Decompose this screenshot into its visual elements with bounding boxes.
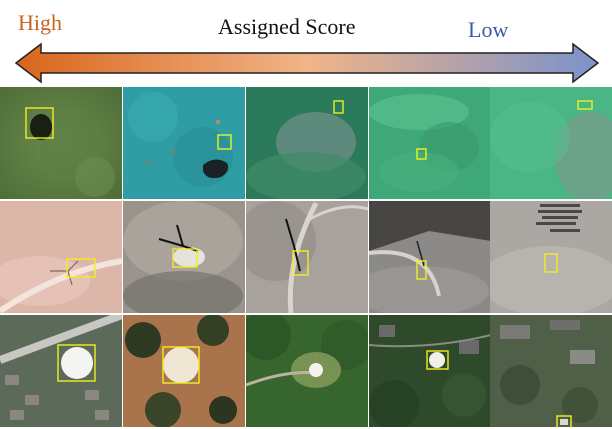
chart-title: Assigned Score	[218, 14, 356, 39]
underwater-image-2	[123, 87, 245, 199]
underwater-image-5	[490, 87, 612, 199]
low-label: Low	[468, 17, 509, 42]
wind-turbine-image-1	[0, 201, 122, 313]
storage-tank-image-4	[369, 315, 491, 427]
storage-tank-image-5	[490, 315, 612, 427]
storage-tank-image-1	[0, 315, 122, 427]
wind-turbine-image-3	[246, 201, 368, 313]
wind-turbine-image-5	[490, 201, 612, 313]
score-arrow-shape	[14, 42, 600, 84]
wind-turbine-image-2	[123, 201, 245, 313]
underwater-image-4	[369, 87, 491, 199]
wind-turbine-image-4	[369, 201, 491, 313]
high-label: High	[18, 10, 62, 35]
storage-tank-image-2	[123, 315, 245, 427]
image-grid	[0, 87, 612, 429]
underwater-image-1	[0, 87, 122, 199]
storage-tank-image-3	[246, 315, 368, 427]
score-arrow	[14, 42, 600, 84]
underwater-image-3	[246, 87, 368, 199]
